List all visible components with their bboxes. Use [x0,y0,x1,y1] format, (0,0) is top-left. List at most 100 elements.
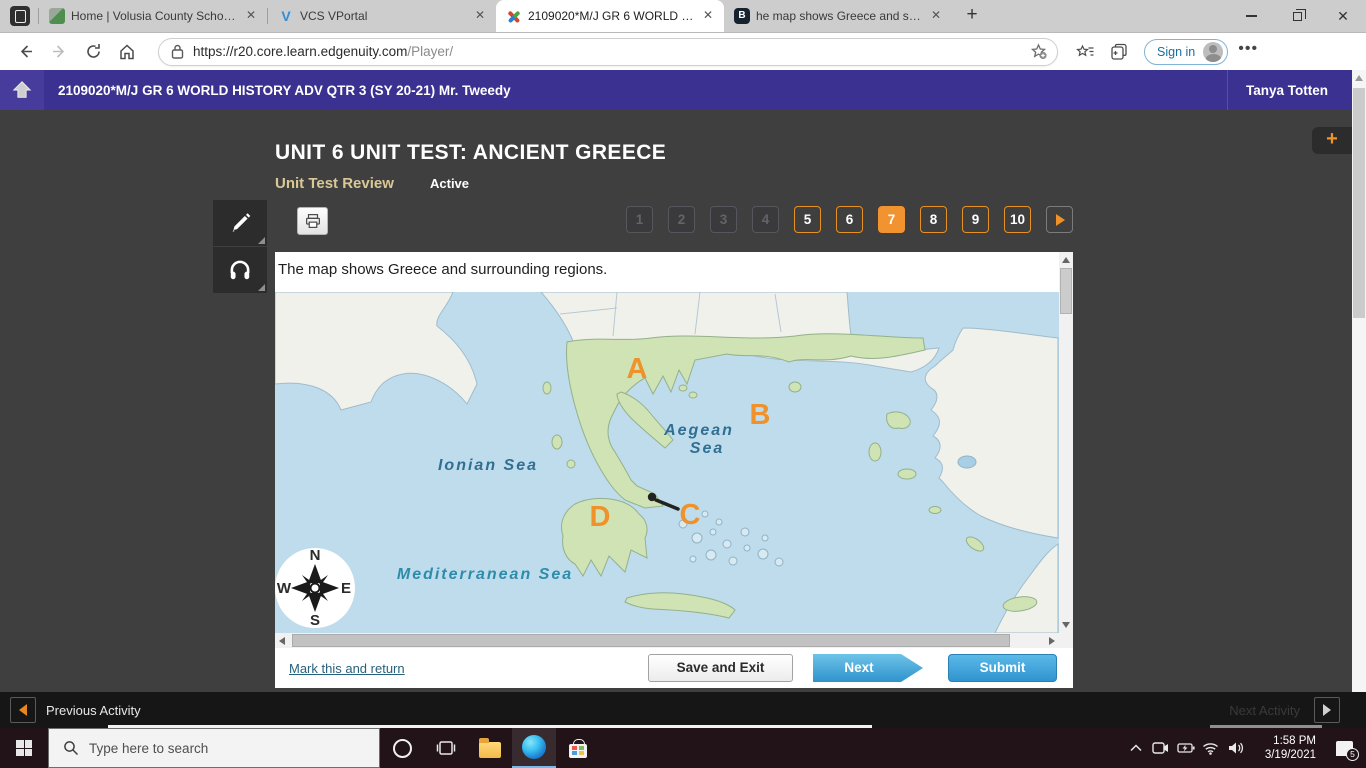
map-marker-d: D [590,501,611,533]
highlighter-tool-button[interactable] [213,200,267,246]
close-icon[interactable]: ✕ [700,8,716,24]
tab-brainly[interactable]: B he map shows Greece and surro... ✕ [724,0,952,32]
question-nav: 1 2 3 4 5 6 7 8 9 10 [626,206,1073,233]
question-button-4: 4 [752,206,779,233]
edgenuity-home-button[interactable] [0,70,44,110]
action-center-button[interactable]: 5 [1324,728,1364,768]
refresh-button[interactable] [76,37,110,67]
start-button[interactable] [0,728,48,768]
chios-island [868,442,882,462]
collections-button[interactable] [1102,37,1136,67]
arrow-right-icon [1056,213,1065,226]
forward-button[interactable] [42,37,76,67]
corner-expand-icon [258,284,265,291]
taskbar-search-input[interactable] [89,740,359,756]
new-tab-button[interactable]: + [958,2,986,30]
minimize-button[interactable] [1228,0,1274,32]
scroll-right-icon[interactable] [1049,637,1055,645]
file-explorer-button[interactable] [468,728,512,768]
submit-button[interactable]: Submit [948,654,1057,682]
close-icon[interactable]: ✕ [243,8,259,24]
question-button-5[interactable]: 5 [794,206,821,233]
restore-button[interactable] [1274,0,1320,32]
arrow-right-icon [1323,704,1331,716]
test-title: UNIT 6 UNIT TEST: ANCIENT GREECE [275,141,667,164]
next-activity-button[interactable] [1314,697,1340,723]
windows-taskbar: 1:58 PM 3/19/2021 5 [0,728,1366,768]
question-button-9[interactable]: 9 [962,206,989,233]
edgenuity-favicon-icon [506,8,522,24]
volume-button[interactable] [1223,728,1248,768]
close-icon[interactable]: ✕ [928,8,944,24]
mark-and-return-link[interactable]: Mark this and return [289,661,405,676]
home-button[interactable] [110,37,144,67]
compass-e-label: E [341,580,351,597]
panel-vertical-scrollbar[interactable] [1059,252,1073,633]
tab-vcs-vportal[interactable]: V VCS VPortal ✕ [268,0,496,32]
close-icon[interactable]: ✕ [472,8,488,24]
question-button-7-current[interactable]: 7 [878,206,905,233]
question-button-2: 2 [668,206,695,233]
taskbar-search-box[interactable] [48,728,380,768]
cortana-button[interactable] [380,728,424,768]
system-tray: 1:58 PM 3/19/2021 5 [1123,728,1366,768]
favorites-star-icon [1076,44,1094,57]
edge-browser-button[interactable] [512,728,556,768]
zakynthos-island [566,459,576,469]
add-favorite-icon[interactable] [1030,43,1047,60]
print-button[interactable] [297,207,328,235]
next-question-arrow-button[interactable] [1046,206,1073,233]
scroll-up-icon[interactable] [1062,257,1070,263]
tab-actions-icon[interactable] [10,6,30,26]
previous-activity-button[interactable] [10,697,36,723]
back-icon [20,45,32,58]
address-bar[interactable]: https://r20.core.learn.edgenuity.com/Pla… [158,37,1058,66]
sporades-island [688,391,698,399]
network-status-button[interactable] [1198,728,1223,768]
scroll-down-icon[interactable] [1062,622,1070,628]
minimize-icon [1245,15,1257,17]
tab-volusia-home[interactable]: Home | Volusia County Schools ✕ [39,0,267,32]
page-scrollbar[interactable] [1352,70,1366,728]
question-button-6[interactable]: 6 [836,206,863,233]
audio-tool-button[interactable] [213,247,267,293]
question-button-8[interactable]: 8 [920,206,947,233]
favorites-button[interactable] [1068,37,1102,67]
taskbar-clock[interactable]: 1:58 PM 3/19/2021 [1254,734,1316,762]
unit-test-review-label: Unit Test Review [275,175,394,192]
add-side-tab-button[interactable]: + [1312,127,1352,154]
player-content: + UNIT 6 UNIT TEST: ANCIENT GREECE Unit … [0,110,1352,692]
vportal-favicon-icon: V [281,8,291,24]
tab-title: VCS VPortal [300,9,368,23]
windows-logo-icon [16,740,32,756]
tab-title: he map shows Greece and surro... [756,9,922,23]
page-scroll-thumb[interactable] [1353,88,1365,318]
page-scroll-up-icon[interactable] [1355,75,1363,81]
question-button-10[interactable]: 10 [1004,206,1031,233]
save-and-exit-button[interactable]: Save and Exit [648,654,793,682]
profile-avatar [1203,41,1224,62]
battery-status-button[interactable] [1173,728,1198,768]
horizontal-scroll-thumb[interactable] [292,634,1010,647]
close-window-button[interactable]: ✕ [1320,0,1366,32]
vertical-scroll-thumb[interactable] [1060,268,1072,314]
window-controls: ✕ [1228,0,1366,32]
map-marker-c: C [680,499,701,531]
tray-expand-button[interactable] [1123,728,1148,768]
back-button[interactable] [8,37,42,67]
tab-edgenuity-active[interactable]: 2109020*M/J GR 6 WORLD HIST... ✕ [496,0,724,32]
panel-horizontal-scrollbar[interactable] [275,633,1059,648]
status-badge: Active [430,176,470,191]
user-menu[interactable]: Tanya Totten [1226,70,1352,110]
next-button[interactable]: Next [813,654,923,682]
edge-icon [522,735,546,759]
next-activity-label: Next Activity [1229,703,1300,718]
sign-in-button[interactable]: Sign in [1144,38,1229,65]
microsoft-store-button[interactable] [556,728,600,768]
task-view-button[interactable] [424,728,468,768]
url-text: https://r20.core.learn.edgenuity.com/Pla… [193,44,1030,59]
settings-menu-button[interactable]: ••• [1238,40,1258,58]
scroll-left-icon[interactable] [279,637,285,645]
store-icon [569,738,587,758]
meet-now-button[interactable] [1148,728,1173,768]
